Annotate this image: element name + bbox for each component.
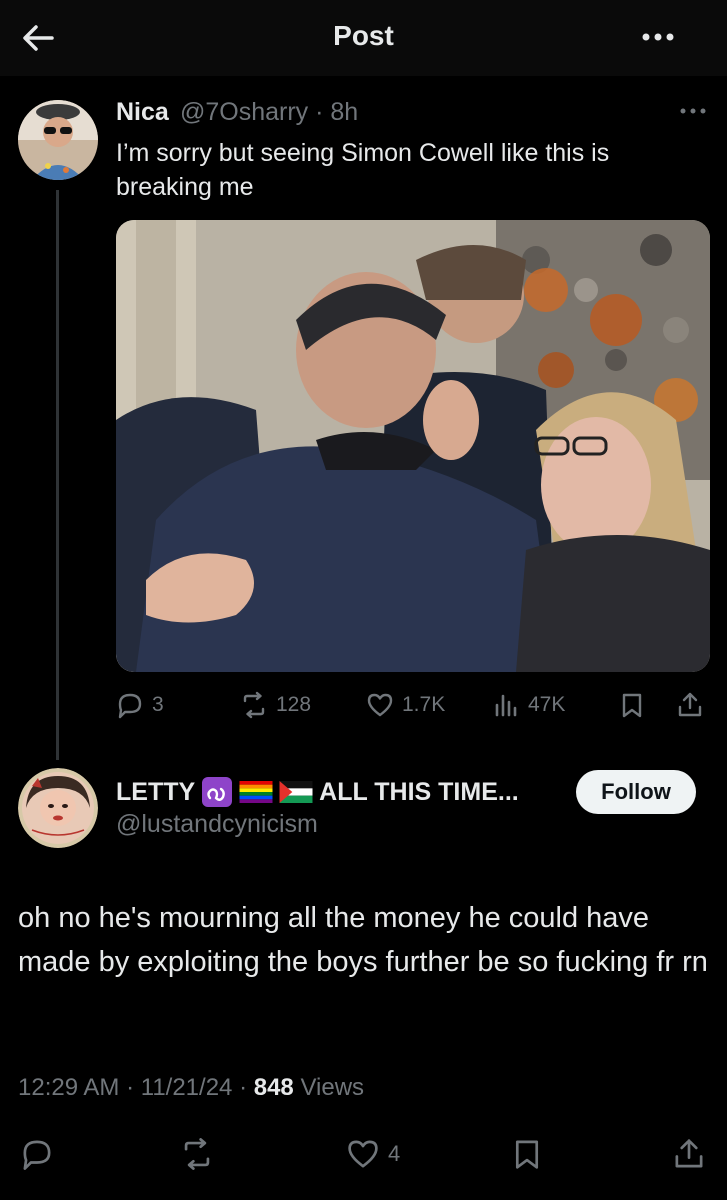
follow-button[interactable]: Follow bbox=[576, 770, 696, 814]
repost-button[interactable] bbox=[180, 1136, 214, 1172]
like-count: 4 bbox=[388, 1141, 401, 1166]
photo-image bbox=[116, 220, 710, 672]
views-label: Views bbox=[300, 1074, 365, 1101]
post-more-button[interactable] bbox=[678, 104, 708, 118]
palestine-flag-icon bbox=[279, 781, 313, 803]
heart-icon bbox=[367, 693, 393, 717]
author-name[interactable]: LETTY ALL THIS TIME... bbox=[116, 776, 519, 808]
repost-count: 128 bbox=[276, 693, 312, 716]
like-button[interactable]: 4 bbox=[346, 1136, 400, 1172]
reply-button[interactable] bbox=[20, 1136, 54, 1172]
share-icon bbox=[678, 692, 702, 717]
bookmark-button[interactable] bbox=[618, 688, 646, 722]
avatar[interactable] bbox=[18, 768, 98, 848]
author-handle: @lustandcynicism bbox=[116, 810, 318, 838]
share-button[interactable] bbox=[672, 1136, 706, 1172]
views-count: 47K bbox=[528, 693, 566, 716]
post-text: I’m sorry but seeing Simon Cowell like t… bbox=[116, 139, 610, 201]
share-icon bbox=[675, 1139, 703, 1168]
bookmark-icon bbox=[515, 1140, 539, 1169]
heart-icon bbox=[348, 1140, 378, 1168]
post-text: oh no he's mourning all the money he cou… bbox=[18, 902, 708, 978]
views-count: 848 bbox=[253, 1074, 294, 1101]
post-date[interactable]: 11/21/24 bbox=[141, 1074, 233, 1101]
repost-icon bbox=[184, 1138, 210, 1170]
share-button[interactable] bbox=[676, 688, 704, 722]
views-button[interactable]: 47K bbox=[492, 688, 565, 722]
thread-line bbox=[56, 190, 59, 760]
author-name-text: LETTY bbox=[116, 777, 196, 806]
post-time[interactable]: 12:29 AM bbox=[18, 1074, 119, 1101]
reply-icon bbox=[23, 1140, 51, 1170]
analytics-icon bbox=[495, 694, 517, 717]
bookmark-icon bbox=[622, 693, 642, 718]
author-handle-time: @7Osharry · 8h bbox=[180, 98, 359, 126]
repost-icon bbox=[243, 691, 265, 719]
avatar-image bbox=[18, 768, 98, 848]
avatar[interactable] bbox=[18, 100, 98, 180]
reply-count: 3 bbox=[152, 693, 164, 716]
reply-button[interactable]: 3 bbox=[116, 688, 164, 722]
author-name[interactable]: Nica bbox=[116, 98, 169, 127]
bookmark-button[interactable] bbox=[510, 1136, 544, 1172]
like-count: 1.7K bbox=[402, 693, 446, 716]
more-options-button[interactable] bbox=[640, 26, 676, 48]
page-title: Post bbox=[333, 20, 394, 51]
author-name-suffix: ALL THIS TIME... bbox=[319, 777, 519, 806]
post-meta: 12:29 AM · 11/21/24 · 848 Views bbox=[18, 1074, 365, 1101]
repost-button[interactable]: 128 bbox=[240, 688, 311, 722]
like-button[interactable]: 1.7K bbox=[366, 688, 445, 722]
rainbow-flag-icon bbox=[239, 781, 273, 803]
more-horizontal-icon bbox=[680, 108, 706, 114]
post-photo[interactable] bbox=[116, 220, 710, 672]
reply-icon bbox=[118, 693, 142, 719]
leo-zodiac-icon bbox=[202, 777, 233, 807]
more-horizontal-icon bbox=[642, 33, 674, 41]
avatar-image bbox=[18, 100, 98, 180]
